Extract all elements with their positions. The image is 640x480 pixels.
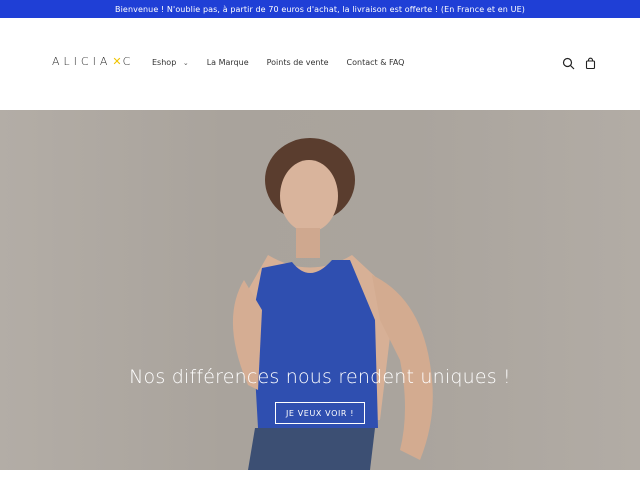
nav-contact-faq[interactable]: Contact & FAQ	[347, 58, 405, 67]
logo-mark: ✕	[112, 55, 122, 68]
nav-la-marque[interactable]: La Marque	[207, 58, 249, 67]
announcement-text: Bienvenue ! N'oublie pas, à partir de 70…	[115, 4, 525, 14]
search-button[interactable]	[560, 55, 576, 71]
nav-contact-faq-label: Contact & FAQ	[346, 58, 405, 67]
main-nav: Eshop ⌄ La Marque Points de vente Contac…	[152, 58, 404, 67]
hero-cta-button[interactable]: JE VEUX VOIR !	[275, 402, 365, 424]
cart-button[interactable]	[582, 55, 598, 71]
announcement-bar: Bienvenue ! N'oublie pas, à partir de 70…	[0, 0, 640, 18]
chevron-down-icon: ⌄	[182, 59, 189, 67]
logo[interactable]: ALICIA✕C	[52, 55, 134, 68]
cart-icon	[585, 57, 595, 69]
search-icon	[562, 57, 574, 69]
site-header: ALICIA✕C Eshop ⌄ La Marque Points de ven…	[0, 18, 640, 110]
page-bottom-gap	[0, 470, 640, 480]
logo-text-left: ALICIA	[52, 55, 112, 68]
nav-eshop-label: Eshop	[152, 58, 177, 67]
logo-text-right: C	[122, 55, 135, 68]
nav-eshop[interactable]: Eshop ⌄	[152, 58, 189, 67]
nav-points-de-vente[interactable]: Points de vente	[267, 58, 329, 67]
hero-title: Nos différences nous rendent uniques !	[129, 366, 511, 388]
nav-points-de-vente-label: Points de vente	[266, 58, 329, 67]
hero-banner: Nos différences nous rendent uniques ! J…	[0, 110, 640, 470]
nav-la-marque-label: La Marque	[206, 58, 249, 67]
